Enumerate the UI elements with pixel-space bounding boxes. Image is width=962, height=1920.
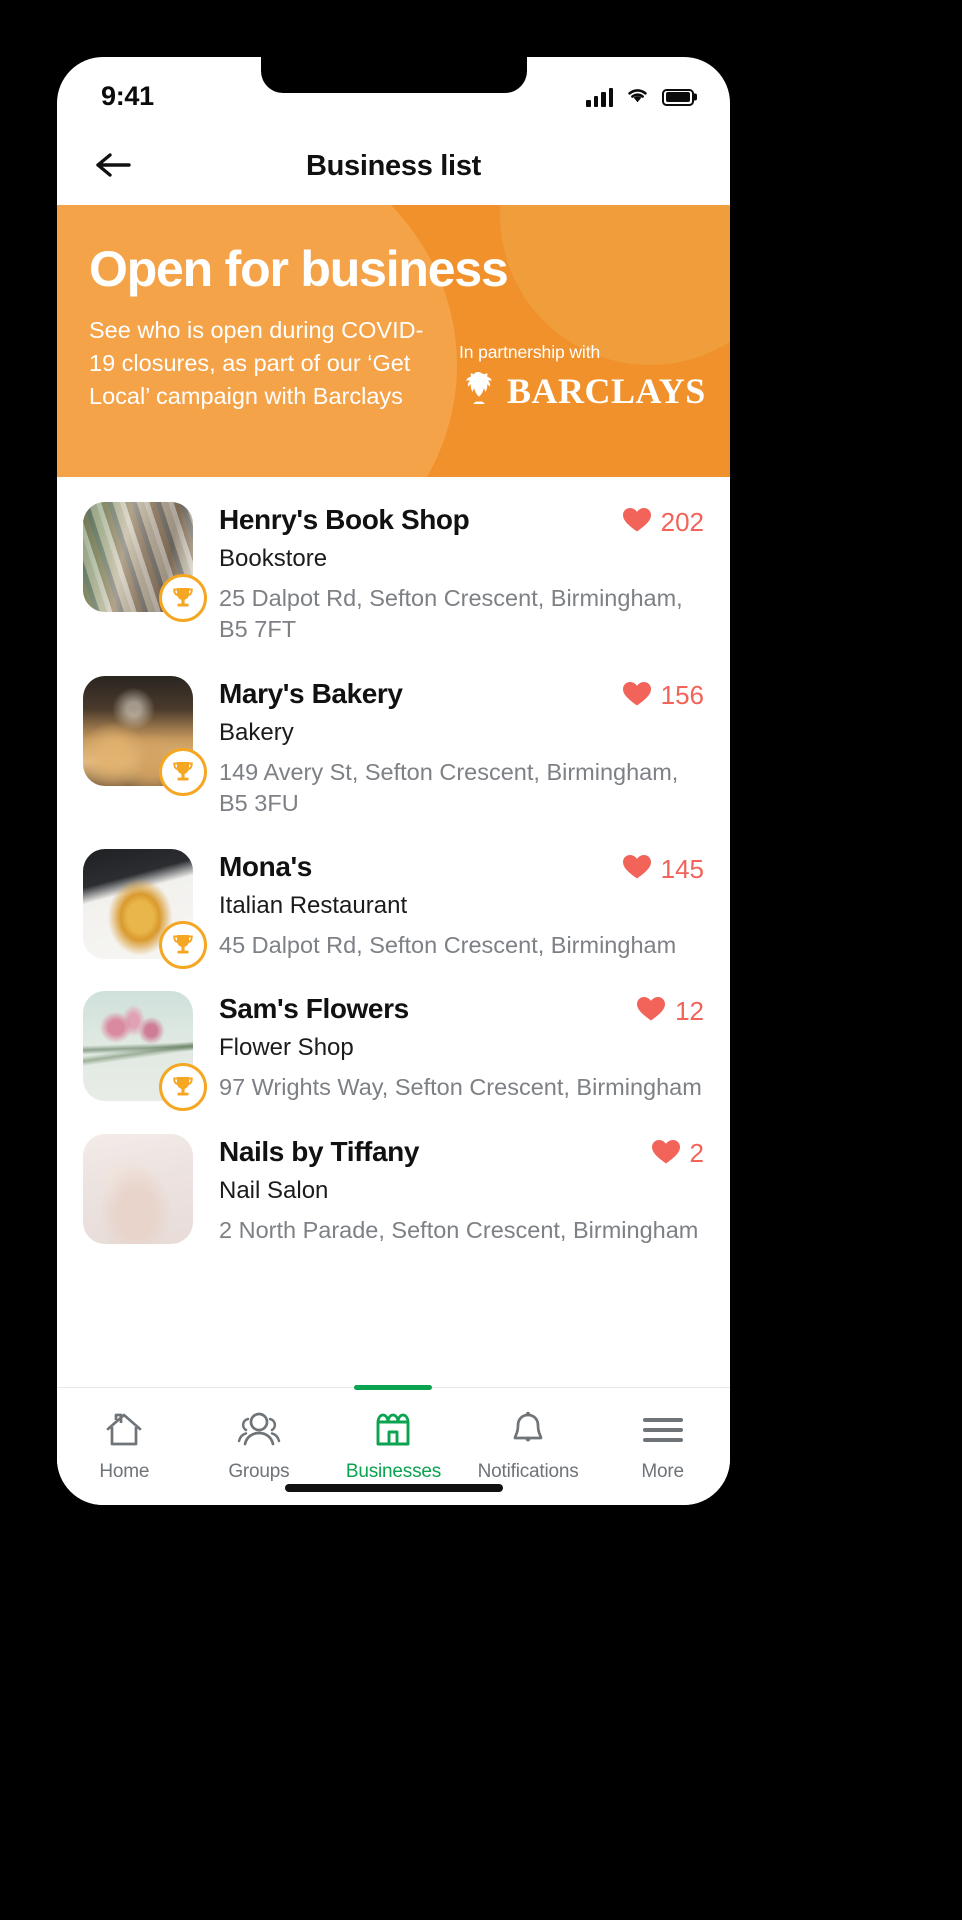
cellular-signal-icon	[586, 87, 613, 107]
like-group[interactable]: 12	[636, 992, 704, 1027]
barclays-lockup: BARCLAYS	[459, 370, 706, 412]
business-list-item[interactable]: Henry's Book Shop 202 Bookstore 25 Dalpo…	[57, 485, 730, 659]
battery-icon	[662, 88, 694, 106]
business-details: Sam's Flowers 12 Flower Shop 97 Wrights …	[219, 991, 704, 1103]
promo-title: Open for business	[89, 241, 509, 297]
business-category: Bookstore	[219, 545, 328, 572]
bell-icon	[506, 1408, 550, 1452]
page-title: Business list	[306, 149, 481, 182]
home-indicator	[284, 1484, 503, 1492]
house-icon	[101, 1408, 147, 1452]
business-details: Nails by Tiffany 2 Nail Salon 2 North Pa…	[219, 1134, 704, 1246]
storefront-icon	[370, 1408, 416, 1452]
business-list-item[interactable]: Nails by Tiffany 2 Nail Salon 2 North Pa…	[57, 1117, 730, 1259]
heart-icon[interactable]	[651, 1138, 681, 1170]
award-trophy-icon	[159, 921, 207, 969]
business-name: Nails by Tiffany	[219, 1135, 420, 1167]
business-header-row: Nails by Tiffany 2	[219, 1135, 704, 1170]
business-details: Henry's Book Shop 202 Bookstore 25 Dalpo…	[219, 502, 704, 646]
arrow-left-icon	[93, 150, 133, 183]
like-count: 202	[660, 506, 704, 537]
business-category: Italian Restaurant	[219, 892, 408, 919]
business-name: Mary's Bakery	[219, 677, 403, 709]
status-icons	[586, 85, 694, 109]
business-list-item[interactable]: Sam's Flowers 12 Flower Shop 97 Wrights …	[57, 974, 730, 1116]
nav-label: Notifications	[477, 1461, 579, 1482]
active-tab-indicator	[354, 1385, 433, 1390]
nav-label: Businesses	[345, 1461, 442, 1482]
business-header-row: Sam's Flowers 12	[219, 992, 704, 1027]
business-thumbnail-wrap	[83, 675, 207, 796]
title-bar: Business list	[57, 127, 730, 205]
nav-item-more[interactable]: More	[595, 1388, 730, 1505]
barclays-eagle-icon	[459, 370, 497, 411]
heart-icon[interactable]	[636, 995, 666, 1027]
promo-body-row: See who is open during COVID-19 closures…	[89, 314, 705, 414]
business-details: Mary's Bakery 156 Bakery 149 Avery St, S…	[219, 676, 704, 820]
like-group[interactable]: 145	[622, 850, 704, 885]
promo-subtitle: See who is open during COVID-19 closures…	[89, 316, 424, 410]
people-icon	[235, 1408, 283, 1452]
business-category: Flower Shop	[219, 1034, 354, 1062]
business-address: 97 Wrights Way, Sefton Crescent, Birming…	[219, 1074, 702, 1101]
business-header-row: Mary's Bakery 156	[219, 677, 704, 712]
partner-label: In partnership with	[459, 341, 601, 362]
status-time: 9:41	[101, 80, 154, 111]
business-list-item[interactable]: Mona's 145 Italian Restaurant 45 Dalpot …	[57, 832, 730, 974]
business-address: 149 Avery St, Sefton Crescent, Birmingha…	[219, 758, 679, 816]
like-group[interactable]: 202	[622, 503, 704, 538]
barclays-wordmark: BARCLAYS	[507, 370, 706, 411]
back-button[interactable]	[87, 140, 139, 192]
award-trophy-icon	[159, 1063, 207, 1112]
business-name: Henry's Book Shop	[219, 504, 470, 535]
wifi-icon	[625, 85, 650, 109]
hamburger-menu-icon	[642, 1408, 683, 1452]
nav-item-home[interactable]: Home	[57, 1388, 192, 1505]
business-name: Sam's Flowers	[219, 993, 409, 1025]
partner-block: In partnership with BARCLAYS	[459, 314, 706, 412]
heart-icon[interactable]	[622, 853, 652, 885]
business-address: 25 Dalpot Rd, Sefton Crescent, Birmingha…	[219, 585, 683, 643]
like-count: 156	[660, 680, 704, 710]
business-list-item[interactable]: Mary's Bakery 156 Bakery 149 Avery St, S…	[57, 659, 730, 833]
nav-label: Groups	[228, 1461, 290, 1482]
business-header-row: Henry's Book Shop 202	[219, 503, 704, 538]
business-list: Henry's Book Shop 202 Bookstore 25 Dalpo…	[57, 477, 730, 1259]
nav-label: More	[641, 1461, 684, 1482]
business-thumbnail-wrap	[83, 502, 207, 622]
award-trophy-icon	[159, 747, 207, 796]
business-name: Mona's	[219, 851, 312, 882]
phone-screen: 9:41 Business list Open for business See…	[57, 57, 730, 1505]
business-thumbnail	[83, 1133, 193, 1244]
nav-label: Home	[99, 1461, 150, 1482]
like-group[interactable]: 2	[651, 1135, 704, 1170]
like-count: 12	[675, 995, 704, 1026]
business-thumbnail-wrap	[83, 991, 207, 1112]
heart-icon[interactable]	[622, 506, 652, 538]
business-address: 2 North Parade, Sefton Crescent, Birming…	[219, 1216, 699, 1243]
heart-icon[interactable]	[622, 680, 652, 712]
business-thumbnail-wrap	[83, 849, 207, 969]
promo-banner[interactable]: Open for business See who is open during…	[57, 205, 730, 477]
business-details: Mona's 145 Italian Restaurant 45 Dalpot …	[219, 849, 704, 961]
award-trophy-icon	[159, 574, 207, 622]
like-group[interactable]: 156	[622, 677, 704, 712]
business-header-row: Mona's 145	[219, 850, 704, 885]
business-address: 45 Dalpot Rd, Sefton Crescent, Birmingha…	[219, 932, 677, 958]
like-count: 2	[689, 1138, 704, 1168]
business-category: Nail Salon	[219, 1176, 329, 1204]
business-category: Bakery	[219, 718, 294, 746]
like-count: 145	[660, 853, 704, 884]
device-notch	[260, 57, 527, 93]
business-thumbnail-wrap	[83, 1133, 193, 1244]
